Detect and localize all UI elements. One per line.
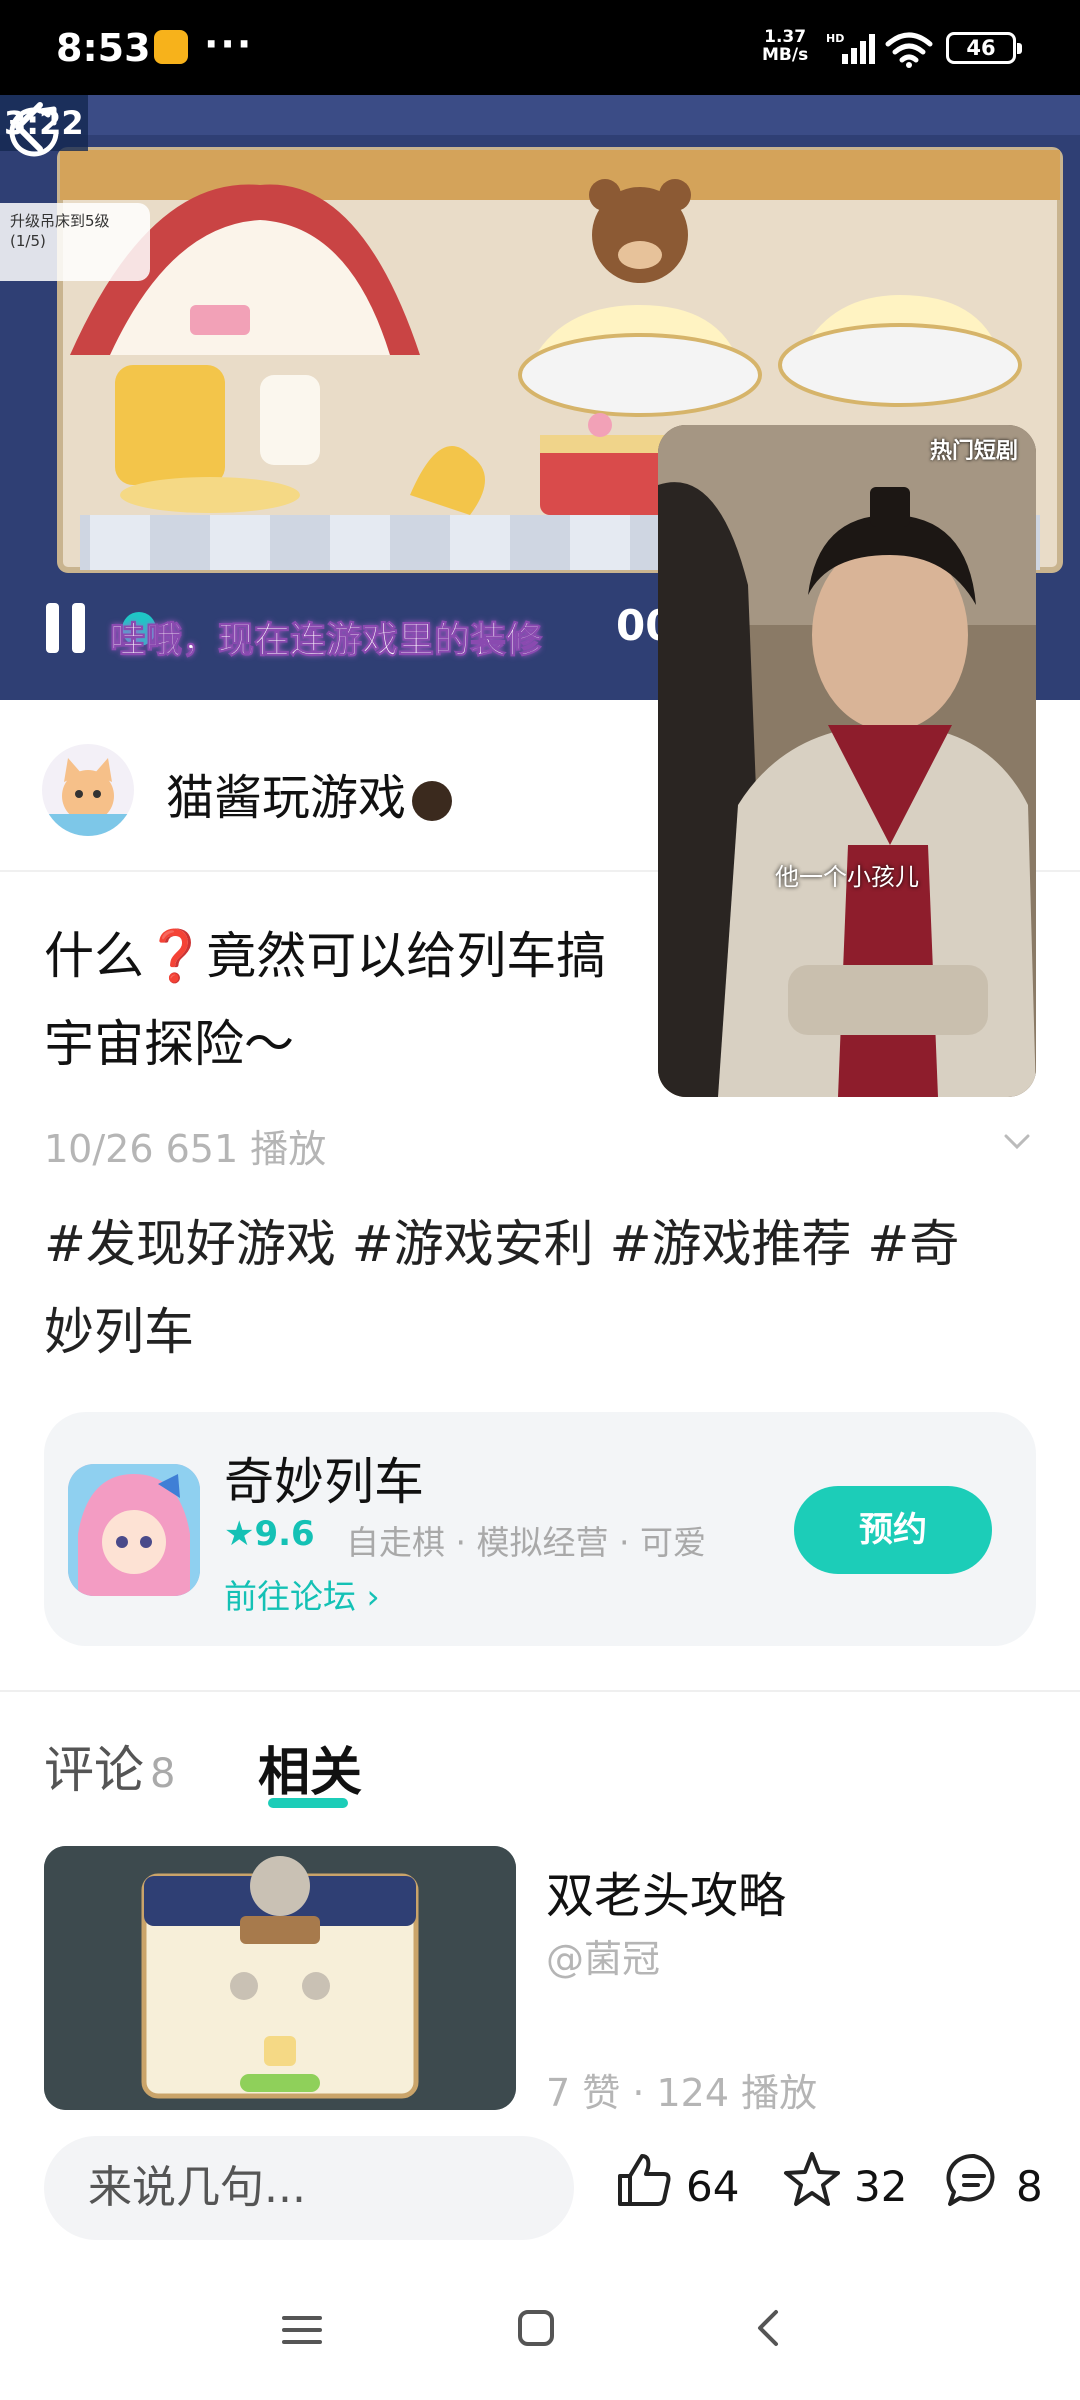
comment-count: 8	[1016, 2162, 1043, 2211]
author-name[interactable]: 猫酱玩游戏	[166, 758, 453, 828]
like-count: 64	[686, 2162, 740, 2211]
network-speed-unit: MB/s	[762, 45, 809, 65]
post-meta: 10/26 651 播放	[44, 1127, 327, 1171]
pause-icon[interactable]	[46, 603, 94, 655]
status-time: 8:53	[56, 26, 151, 70]
nav-back-icon[interactable]	[748, 2306, 792, 2350]
battery-icon: 46	[946, 32, 1022, 64]
forum-link-label: 前往论坛	[224, 1577, 356, 1616]
status-bar: 8:53 ··· 1.37 MB/s HD 46	[0, 0, 1080, 95]
video-subtitle: 哇哦，现在连游戏里的装修	[109, 620, 543, 662]
signal-icon: HD	[826, 32, 875, 64]
tab-comments-label: 评论	[44, 1741, 144, 1799]
system-nav-bar	[0, 2268, 1080, 2400]
mini-player-subtitle: 他一个小孩儿	[775, 863, 919, 891]
related-stats: 7 赞 · 124 播放	[546, 2071, 818, 2115]
wifi-icon	[885, 32, 933, 68]
chevron-down-icon[interactable]	[1000, 1128, 1034, 1156]
game-card[interactable]: 奇妙列车 ★9.6 自走棋 · 模拟经营 · 可爱 前往论坛 › 预约	[44, 1412, 1036, 1646]
section-divider	[0, 1690, 1080, 1692]
network-speed-value: 1.37	[764, 27, 807, 47]
tab-comments-count: 8	[150, 1751, 176, 1797]
notification-app-icon	[154, 30, 188, 64]
favorite-count: 32	[854, 2162, 908, 2211]
author-badge-icon	[412, 781, 453, 821]
game-tags: 自走棋 · 模拟经营 · 可爱	[346, 1523, 706, 1562]
upgrade-tip-progress: (1/5)	[10, 232, 46, 250]
game-icon[interactable]	[68, 1464, 200, 1596]
comment-bubble-icon	[946, 2153, 995, 2206]
content-tabs: 评论 8 相关	[0, 1720, 1080, 1820]
game-score-value: 9.6	[254, 1514, 315, 1554]
mini-player-frame	[658, 425, 1036, 1097]
game-name[interactable]: 奇妙列车	[224, 1442, 424, 1514]
thumbs-up-icon	[618, 2154, 671, 2206]
post-tags-line2[interactable]: 妙列车	[44, 1288, 1044, 1376]
upgrade-tip-text: 升级吊床到5级	[10, 212, 110, 230]
tab-related[interactable]: 相关	[258, 1730, 362, 1805]
share-icon[interactable]	[0, 95, 68, 163]
related-thumbnail[interactable]	[44, 1846, 516, 2110]
mini-player-badge: 热门短剧	[929, 439, 1018, 464]
bottom-action-bar: 来说几句... 64 32 8	[0, 2112, 1080, 2268]
game-score: ★9.6	[224, 1514, 315, 1554]
post-tags-line1[interactable]: #发现好游戏 #游戏安利 #游戏推荐 #奇	[44, 1200, 1044, 1288]
forum-link[interactable]: 前往论坛 ›	[224, 1570, 380, 1618]
author-name-text: 猫酱玩游戏	[166, 770, 407, 826]
related-author[interactable]: @菌冠	[546, 1928, 660, 1983]
more-notifications-icon: ···	[204, 22, 254, 66]
tab-active-indicator	[268, 1798, 348, 1808]
network-speed: 1.37 MB/s	[762, 28, 808, 64]
floating-mini-player[interactable]: 热门短剧 他一个小孩儿	[658, 425, 1036, 1097]
menu-icon[interactable]	[280, 2308, 324, 2352]
tab-comments[interactable]: 评论 8	[44, 1730, 175, 1802]
reserve-button[interactable]: 预约	[794, 1486, 992, 1574]
list-item[interactable]: 双老头攻略 @菌冠 7 赞 · 124 播放	[44, 1846, 1044, 2115]
upgrade-tip: 升级吊床到5级 (1/5)	[0, 203, 150, 281]
star-icon	[784, 2152, 840, 2206]
home-square-icon[interactable]	[514, 2306, 558, 2350]
comment-input[interactable]: 来说几句...	[44, 2136, 574, 2240]
related-title[interactable]: 双老头攻略	[546, 1856, 786, 1926]
post-tags[interactable]: #发现好游戏 #游戏安利 #游戏推荐 #奇 妙列车	[44, 1200, 1044, 1376]
avatar[interactable]	[42, 744, 134, 836]
network-type: HD	[826, 32, 844, 45]
